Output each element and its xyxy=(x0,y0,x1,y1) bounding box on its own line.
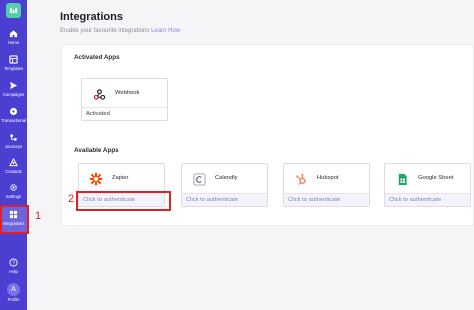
authenticate-button[interactable]: Click to authenticate xyxy=(182,193,267,206)
calendly-icon xyxy=(192,172,206,186)
authenticate-button[interactable]: Click to authenticate xyxy=(385,193,470,206)
logo-icon xyxy=(9,7,18,14)
authenticate-button[interactable]: Click to authenticate xyxy=(284,193,369,206)
hubspot-icon xyxy=(294,172,308,186)
sidebar-item-label: Profile xyxy=(7,297,20,302)
sidebar-item-label: Templates xyxy=(3,66,24,71)
contacts-icon xyxy=(9,157,19,167)
webhook-icon xyxy=(92,87,106,101)
templates-icon xyxy=(9,54,19,64)
sidebar-item-label: Settings xyxy=(5,194,22,199)
sidebar-item-campaigns[interactable]: Campaigns xyxy=(0,80,27,104)
app-name: Zapier xyxy=(112,175,129,181)
app-card-calendly[interactable]: Calendly Click to authenticate xyxy=(181,163,268,207)
sidebar-item-templates[interactable]: Templates xyxy=(0,54,27,78)
subtitle-text: Enable your favourite integrations xyxy=(60,28,150,34)
app-card-webhook[interactable]: Webhook Activated xyxy=(81,78,168,121)
page-subtitle: Enable your favourite integrations Learn… xyxy=(60,28,180,34)
app-card-hubspot[interactable]: Hubspot Click to authenticate xyxy=(283,163,370,207)
annotation-number-2: 2 xyxy=(68,193,75,205)
settings-icon xyxy=(9,182,19,192)
sidebar-item-help[interactable]: ? Help xyxy=(0,257,27,281)
campaigns-icon xyxy=(9,80,19,90)
sidebar-item-label: Journeys xyxy=(5,144,22,149)
home-icon xyxy=(9,28,19,38)
sidebar-item-journeys[interactable]: Journeys xyxy=(0,132,27,156)
sidebar-item-profile[interactable]: Profile xyxy=(0,297,27,305)
learn-how-link[interactable]: Learn How xyxy=(151,28,180,34)
app-name: Calendly xyxy=(215,175,238,181)
available-apps-heading: Available Apps xyxy=(74,147,119,154)
app-name: Webhook xyxy=(115,90,140,96)
highlight-box-integrations xyxy=(0,205,29,234)
app-logo[interactable] xyxy=(6,3,21,18)
sidebar-item-transactional[interactable]: Transactional xyxy=(0,106,27,130)
app-card-google-sheet[interactable]: Google Sheet Click to authenticate xyxy=(384,163,471,207)
journeys-icon xyxy=(9,132,19,142)
zapier-icon xyxy=(89,172,103,186)
sidebar-item-contacts[interactable]: Contacts xyxy=(0,157,27,181)
sidebar-item-label: Help xyxy=(9,269,18,274)
sidebar-item-label: Home xyxy=(7,40,20,45)
page-title: Integrations xyxy=(60,11,123,23)
svg-text:?: ? xyxy=(12,260,15,266)
transactional-icon xyxy=(9,106,19,116)
help-icon: ? xyxy=(9,257,19,267)
sidebar-item-label: Contacts xyxy=(5,169,22,174)
app-status: Activated xyxy=(82,107,167,120)
google-sheet-icon xyxy=(395,172,409,186)
sidebar-item-label: Transactional xyxy=(1,118,26,123)
highlight-box-zapier-authenticate xyxy=(76,191,171,211)
sidebar-item-label: Campaigns xyxy=(2,92,25,97)
app-name: Hubspot xyxy=(317,175,339,181)
app-name: Google Sheet xyxy=(418,175,454,181)
sidebar-item-home[interactable]: Home xyxy=(0,28,27,52)
annotation-number-1: 1 xyxy=(35,210,42,222)
activated-apps-heading: Activated Apps xyxy=(74,54,120,61)
sidebar: Home Templates Campaigns Transactional J… xyxy=(0,0,27,310)
avatar[interactable]: A xyxy=(7,283,20,296)
sidebar-item-settings[interactable]: Settings xyxy=(0,182,27,206)
